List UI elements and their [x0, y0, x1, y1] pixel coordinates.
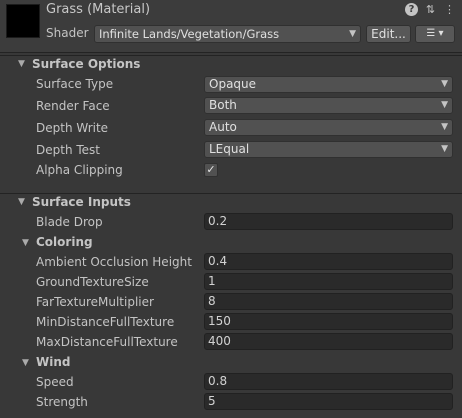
wind-speed-label: Speed	[36, 375, 74, 389]
foldout-expanded-icon: ▼	[18, 59, 25, 69]
render-face-value: Both	[209, 98, 237, 112]
depth-write-value: Auto	[209, 120, 237, 134]
material-preview-thumbnail[interactable]	[6, 4, 40, 38]
list-menu-icon: ☰ ▾	[426, 28, 444, 39]
depth-test-dropdown[interactable]: LEqual ▼	[204, 141, 453, 158]
help-icon[interactable]: ?	[405, 3, 418, 16]
wind-strength-label: Strength	[36, 395, 88, 409]
header-icons: ? ⇅ ⋮	[405, 3, 456, 16]
wind-speed-field[interactable]: 0.8	[204, 373, 453, 390]
ao-height-field[interactable]: 0.4	[204, 253, 453, 270]
edit-shader-button[interactable]: Edit...	[366, 25, 411, 43]
chevron-down-icon: ▼	[441, 122, 448, 132]
far-texture-multiplier-label: FarTextureMultiplier	[36, 295, 154, 309]
shader-menu-button[interactable]: ☰ ▾	[415, 25, 455, 43]
context-menu-icon[interactable]: ⋮	[443, 3, 456, 16]
shader-label: Shader	[46, 26, 89, 40]
surface-options-title: Surface Options	[32, 57, 141, 71]
depth-test-label: Depth Test	[36, 143, 100, 157]
max-distance-field[interactable]: 400	[204, 333, 453, 350]
ground-texture-size-field[interactable]: 1	[204, 273, 453, 290]
surface-type-dropdown[interactable]: Opaque ▼	[204, 76, 453, 93]
foldout-expanded-icon: ▼	[18, 197, 25, 207]
material-header: Grass (Material) ? ⇅ ⋮ Shader Infinite L…	[0, 0, 462, 53]
ground-texture-size-label: GroundTextureSize	[36, 275, 149, 289]
render-face-label: Render Face	[36, 99, 110, 113]
checkmark-icon: ✓	[206, 163, 216, 176]
chevron-down-icon: ▼	[441, 144, 448, 154]
blade-drop-label: Blade Drop	[36, 215, 103, 229]
render-face-dropdown[interactable]: Both ▼	[204, 97, 453, 114]
surface-type-label: Surface Type	[36, 77, 114, 91]
foldout-expanded-icon[interactable]: ▼	[22, 358, 29, 368]
min-distance-label: MinDistanceFullTexture	[36, 315, 175, 329]
surface-inputs-title: Surface Inputs	[32, 195, 131, 209]
surface-type-value: Opaque	[209, 77, 257, 91]
coloring-foldout-title[interactable]: Coloring	[36, 235, 93, 249]
surface-options-header[interactable]: ▼ Surface Options	[0, 55, 462, 74]
depth-test-value: LEqual	[209, 142, 250, 156]
alpha-clipping-checkbox[interactable]: ✓	[204, 163, 218, 177]
preset-icon[interactable]: ⇅	[424, 3, 437, 16]
depth-write-dropdown[interactable]: Auto ▼	[204, 119, 453, 136]
chevron-down-icon: ▼	[441, 100, 448, 110]
depth-write-label: Depth Write	[36, 121, 109, 135]
max-distance-label: MaxDistanceFullTexture	[36, 335, 178, 349]
wind-foldout-title[interactable]: Wind	[36, 355, 70, 369]
material-title: Grass (Material)	[46, 2, 151, 17]
shader-dropdown-value: Infinite Lands/Vegetation/Grass	[99, 27, 280, 41]
shader-dropdown[interactable]: Infinite Lands/Vegetation/Grass ▼	[94, 25, 361, 43]
chevron-down-icon: ▼	[349, 29, 356, 39]
chevron-down-icon: ▼	[441, 79, 448, 89]
surface-inputs-header[interactable]: ▼ Surface Inputs	[0, 193, 462, 212]
foldout-expanded-icon[interactable]: ▼	[22, 238, 29, 248]
min-distance-field[interactable]: 150	[204, 313, 453, 330]
blade-drop-field[interactable]: 0.2	[204, 213, 453, 230]
wind-strength-field[interactable]: 5	[204, 393, 453, 410]
ao-height-label: Ambient Occlusion Height	[36, 255, 192, 269]
alpha-clipping-label: Alpha Clipping	[36, 163, 123, 177]
far-texture-multiplier-field[interactable]: 8	[204, 293, 453, 310]
